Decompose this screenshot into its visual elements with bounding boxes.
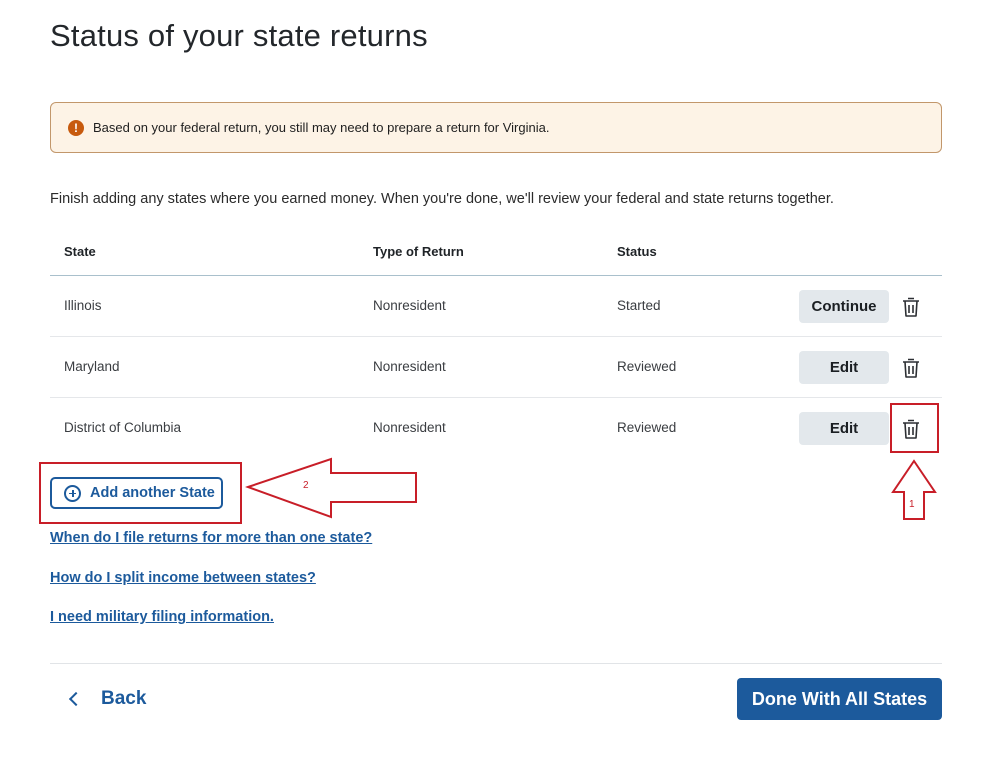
trash-icon[interactable] [902, 296, 920, 318]
annotation-highlight-trash [890, 403, 939, 453]
trash-icon[interactable] [902, 357, 920, 379]
link-military-filing[interactable]: I need military filing information. [50, 609, 274, 625]
alert-text: Based on your federal return, you still … [93, 120, 550, 135]
table-row: Maryland Nonresident Reviewed Edit [50, 337, 942, 398]
header-status: Status [617, 244, 657, 259]
state-cell: Illinois [64, 298, 102, 313]
continue-button[interactable]: Continue [799, 290, 889, 323]
intro-text: Finish adding any states where you earne… [50, 191, 834, 207]
footer-divider [50, 663, 942, 664]
add-state-label: Add another State [90, 485, 215, 501]
page-title: Status of your state returns [50, 18, 428, 53]
annotation-marker-1: 1 [909, 499, 915, 510]
link-split-income[interactable]: How do I split income between states? [50, 570, 316, 586]
annotation-marker-2: 2 [303, 480, 309, 491]
state-returns-table: State Type of Return Status Illinois Non… [50, 232, 942, 459]
type-cell: Nonresident [373, 420, 446, 435]
back-label: Back [101, 688, 147, 709]
annotation-up-arrow-icon [891, 459, 937, 520]
chevron-left-icon [68, 691, 84, 707]
state-cell: District of Columbia [64, 420, 182, 435]
table-row: Illinois Nonresident Started Continue [50, 276, 942, 337]
done-with-all-states-button[interactable]: Done With All States [737, 678, 942, 720]
header-type-of-return: Type of Return [373, 244, 464, 259]
link-multi-state-returns[interactable]: When do I file returns for more than one… [50, 530, 372, 546]
add-another-state-button[interactable]: Add another State [50, 477, 223, 509]
exclamation-icon: ! [68, 119, 84, 136]
plus-circle-icon [64, 484, 81, 502]
status-cell: Started [617, 298, 661, 313]
edit-button[interactable]: Edit [799, 351, 889, 384]
status-cell: Reviewed [617, 420, 677, 435]
table-header: State Type of Return Status [50, 232, 942, 276]
back-button[interactable]: Back [67, 688, 146, 710]
edit-button[interactable]: Edit [799, 412, 889, 445]
status-cell: Reviewed [617, 359, 677, 374]
type-cell: Nonresident [373, 298, 446, 313]
state-alert: ! Based on your federal return, you stil… [50, 102, 942, 153]
state-cell: Maryland [64, 359, 120, 374]
type-cell: Nonresident [373, 359, 446, 374]
annotation-left-arrow-icon [245, 457, 417, 519]
header-state: State [64, 244, 96, 259]
table-row: District of Columbia Nonresident Reviewe… [50, 398, 942, 459]
